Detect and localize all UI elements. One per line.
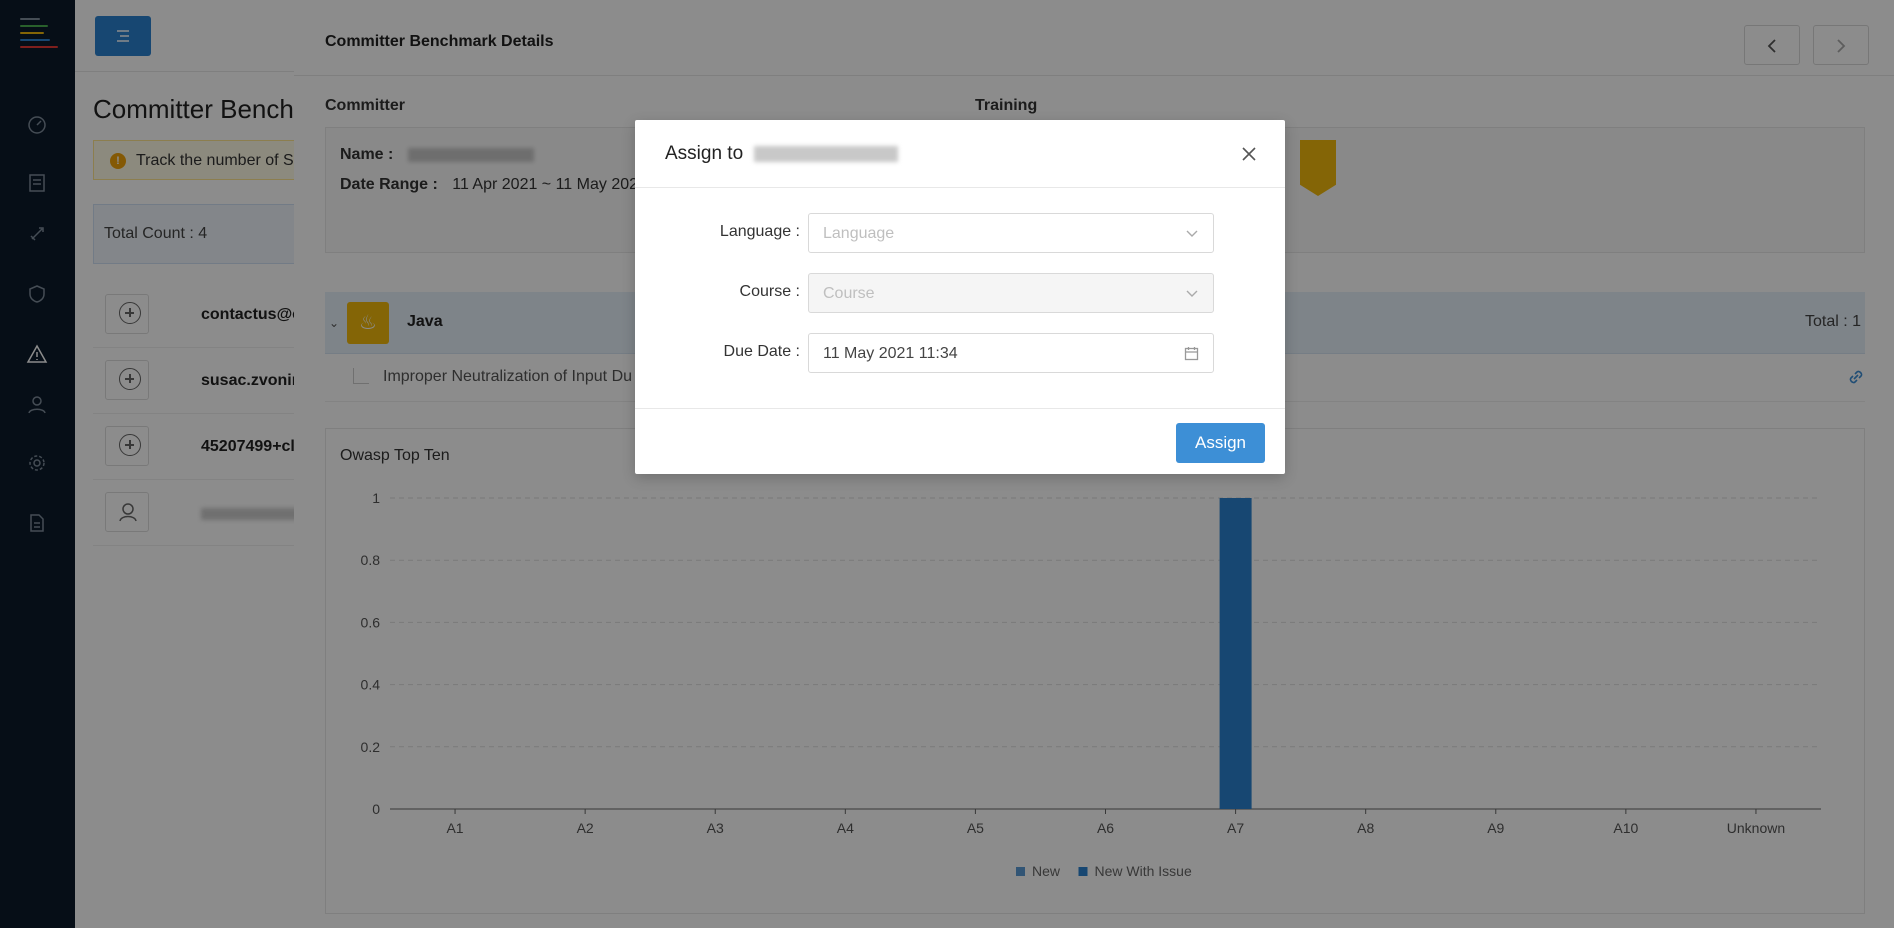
course-row: Course : Course	[635, 273, 1285, 313]
due-date-picker[interactable]: 11 May 2021 11:34	[808, 333, 1214, 373]
chevron-down-icon	[1186, 290, 1198, 297]
redacted-name	[754, 145, 899, 162]
language-select[interactable]: Language	[808, 213, 1214, 253]
modal-header: Assign to	[635, 120, 1285, 188]
chevron-down-icon	[1186, 230, 1198, 237]
modal-footer: Assign	[635, 408, 1285, 474]
language-placeholder: Language	[823, 225, 895, 242]
calendar-icon	[1184, 347, 1199, 361]
modal-title-text: Assign to	[665, 143, 744, 164]
due-date-row: Due Date : 11 May 2021 11:34	[635, 333, 1285, 373]
assign-modal: Assign to Language : Language Course : C…	[635, 120, 1285, 474]
language-label: Language :	[719, 223, 800, 240]
due-date-label: Due Date :	[723, 343, 800, 360]
assign-button[interactable]: Assign	[1176, 423, 1265, 463]
close-icon[interactable]	[1239, 144, 1259, 164]
course-select[interactable]: Course	[808, 273, 1214, 313]
course-placeholder: Course	[823, 285, 875, 302]
course-label: Course :	[739, 283, 800, 300]
due-date-value: 11 May 2021 11:34	[823, 345, 958, 362]
language-row: Language : Language	[635, 213, 1285, 253]
modal-title: Assign to	[665, 143, 899, 165]
